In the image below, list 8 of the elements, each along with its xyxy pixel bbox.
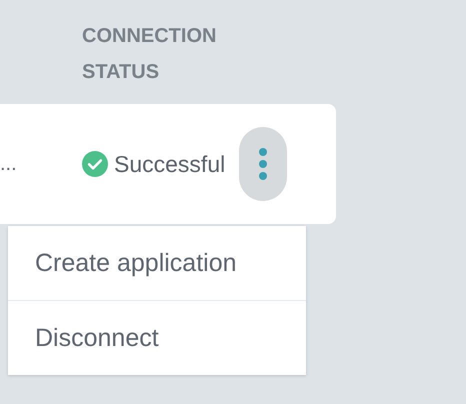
table-cell-text: ... <box>0 152 18 176</box>
more-icon <box>258 147 268 181</box>
success-icon <box>82 151 108 177</box>
column-header: CONNECTION STATUS <box>82 24 218 85</box>
status-label: Successful <box>114 150 226 178</box>
menu-item[interactable]: Disconnect <box>8 300 306 375</box>
more-button[interactable] <box>239 127 288 201</box>
menu-item[interactable]: Create application <box>8 226 306 300</box>
